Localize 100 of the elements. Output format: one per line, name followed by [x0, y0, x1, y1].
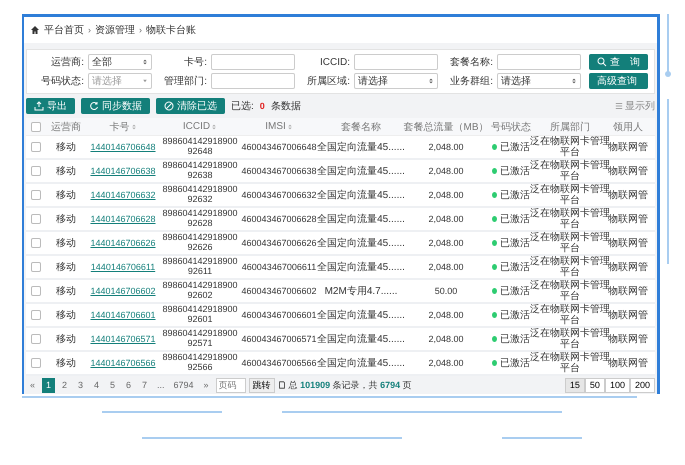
card-number-link[interactable]: 1440146706638: [90, 166, 156, 176]
page-size-button[interactable]: 100: [604, 378, 630, 392]
card-number-link[interactable]: 1440146706566: [90, 358, 156, 368]
row-checkbox[interactable]: [31, 238, 41, 248]
search-icon: [597, 57, 607, 67]
card-number-link[interactable]: 1440146706601: [90, 310, 156, 320]
page-number-field[interactable]: 页码: [216, 378, 246, 392]
page-size-button[interactable]: 15: [564, 378, 585, 392]
updown-caret-icon: [428, 78, 434, 84]
status-cell: 已激活: [492, 332, 530, 346]
table-cell-text: 物联网管: [608, 334, 648, 346]
card-number-link[interactable]: 1440146706602: [90, 286, 156, 296]
select-field[interactable]: 全部: [88, 54, 152, 70]
status-dot-icon: [492, 192, 497, 198]
row-checkbox[interactable]: [31, 334, 41, 344]
sync-icon: [89, 101, 99, 111]
table-cell-text: 全国定向流量45......: [317, 332, 405, 346]
select-field[interactable]: 请选择: [497, 73, 581, 89]
table-cell: 460043467006566: [241, 358, 317, 368]
row-checkbox[interactable]: [31, 286, 41, 296]
table-cell: 89860414291890092648: [162, 137, 238, 157]
select-field[interactable]: 请选择: [88, 73, 152, 89]
page-button[interactable]: 3: [74, 378, 87, 392]
text-field[interactable]: [354, 54, 438, 70]
page-button[interactable]: 4: [90, 378, 103, 392]
home-icon: [30, 25, 40, 35]
table-cell: 89860414291890092566: [162, 353, 238, 373]
table-cell-text: 全国定向流量45......: [317, 212, 405, 226]
page-button[interactable]: ...: [154, 378, 168, 392]
table-cell-text: 全国定向流量45......: [317, 140, 405, 154]
status-dot-icon: [492, 216, 497, 222]
table-cell-text: 物联网管: [608, 358, 648, 370]
filter-label: 业务群组:: [449, 74, 493, 88]
card-number-link[interactable]: 1440146706648: [90, 142, 156, 152]
clear-button[interactable]: 清除已选: [156, 98, 225, 114]
table-cell-text: 移动: [56, 333, 76, 346]
status-cell: 已激活: [492, 236, 530, 250]
card-number-link[interactable]: 1440146706626: [90, 238, 156, 248]
select-field[interactable]: 请选择: [354, 73, 438, 89]
columns-button[interactable]: 显示列: [615, 99, 655, 113]
card-number-link[interactable]: 1440146706628: [90, 214, 156, 224]
status-cell: 已激活: [492, 356, 530, 370]
column-header: 套餐总流量（MB）: [404, 120, 488, 134]
row-checkbox[interactable]: [31, 214, 41, 224]
page-button[interactable]: 6: [122, 378, 135, 392]
filter-label: 号码状态:: [40, 74, 84, 88]
select-all-checkbox[interactable]: [31, 122, 41, 132]
table-cell: 460043467006602: [241, 286, 317, 296]
column-header[interactable]: ICCID: [160, 121, 240, 132]
previous-page-button[interactable]: «: [26, 378, 39, 392]
table-cell: 460043467006648: [241, 142, 317, 152]
updown-caret-icon: [571, 78, 577, 84]
status-dot-icon: [492, 288, 497, 294]
table-cell-text: 物联网管: [608, 310, 648, 322]
page-button[interactable]: 1: [42, 378, 55, 392]
next-page-button[interactable]: »: [200, 378, 213, 392]
breadcrumb-link[interactable]: 平台首页: [44, 23, 84, 37]
row-checkbox[interactable]: [31, 190, 41, 200]
text-field[interactable]: [211, 54, 295, 70]
column-header[interactable]: IMSI: [240, 121, 318, 132]
breadcrumb-link[interactable]: 物联卡台账: [146, 23, 196, 37]
caret-down-icon: [142, 78, 148, 84]
column-header[interactable]: 卡号: [86, 120, 160, 134]
table-cell-text: 移动: [56, 237, 76, 250]
table-cell: 50.00: [434, 286, 458, 296]
page-button[interactable]: 7: [138, 378, 151, 392]
jump-button[interactable]: 跳转: [248, 378, 275, 392]
page-button[interactable]: 6794: [170, 378, 197, 392]
column-header: 套餐名称: [340, 120, 382, 134]
table-cell-text: 移动: [56, 309, 76, 322]
table-cell-text: 物联网管: [608, 142, 648, 154]
page-size-button[interactable]: 50: [584, 378, 605, 392]
record-summary: 总 101909 条记录，共 6794 页: [288, 378, 412, 392]
table-cell: 2,048.00: [428, 214, 464, 224]
card-number-link[interactable]: 1440146706611: [90, 262, 156, 272]
table-cell: 2,048.00: [428, 262, 464, 272]
text-field[interactable]: [497, 54, 581, 70]
card-number-link[interactable]: 1440146706571: [90, 334, 156, 344]
page-size-button[interactable]: 200: [630, 378, 655, 392]
page-button[interactable]: 2: [58, 378, 71, 392]
export-button[interactable]: 导出: [26, 98, 75, 114]
advanced-search-button[interactable]: 高级查询: [589, 73, 648, 89]
row-checkbox[interactable]: [31, 310, 41, 320]
table-cell-text: 全国定向流量45......: [317, 260, 405, 274]
breadcrumb-link[interactable]: 资源管理: [95, 23, 135, 37]
row-checkbox[interactable]: [31, 358, 41, 368]
search-button[interactable]: 查 询: [589, 54, 648, 70]
row-checkbox[interactable]: [31, 262, 41, 272]
selected-count: 0: [260, 101, 265, 111]
row-checkbox[interactable]: [31, 142, 41, 152]
table-cell: 89860414291890092638: [162, 161, 238, 181]
row-checkbox[interactable]: [31, 166, 41, 176]
table-cell-text: 物联网管: [608, 190, 648, 202]
page-button[interactable]: 5: [106, 378, 119, 392]
sync-button[interactable]: 同步数据: [81, 98, 150, 114]
text-field[interactable]: [211, 73, 295, 89]
table-cell: 2,048.00: [428, 334, 464, 344]
status-dot-icon: [492, 312, 497, 318]
card-number-link[interactable]: 1440146706632: [90, 190, 156, 200]
table-cell-text: 全国定向流量45......: [317, 188, 405, 202]
